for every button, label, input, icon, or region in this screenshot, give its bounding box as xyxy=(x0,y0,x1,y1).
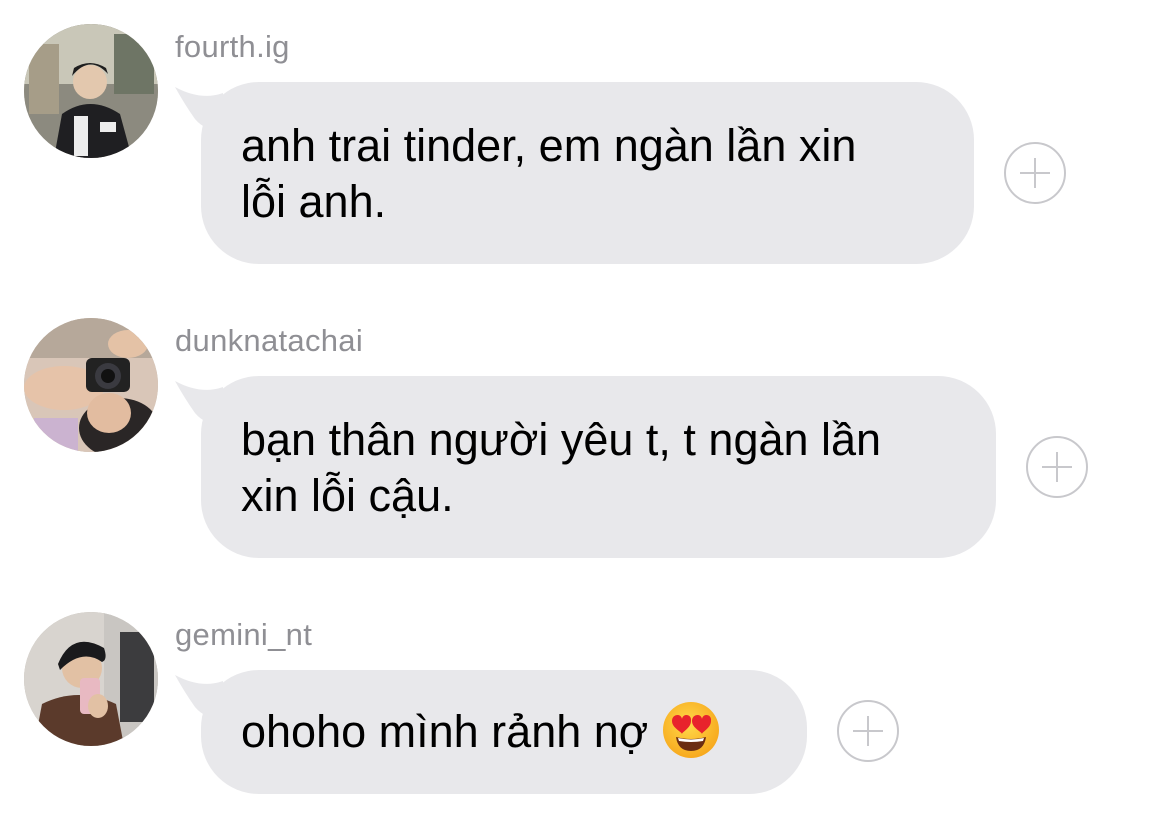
add-reaction-button[interactable] xyxy=(837,700,899,762)
comment-text-line: anh trai tinder, em ngàn lần xin xyxy=(241,120,857,171)
add-reaction-button[interactable] xyxy=(1004,142,1066,204)
comment-username[interactable]: gemini_nt xyxy=(175,615,312,655)
avatar[interactable] xyxy=(24,612,158,746)
avatar[interactable] xyxy=(24,24,158,158)
avatar-photo xyxy=(24,612,158,746)
comment-text-line: lỗi anh. xyxy=(241,176,387,227)
comment-bubble: ohoho mình rảnh nợ xyxy=(201,670,807,794)
comment-bubble: anh trai tinder, em ngàn lần xin lỗi anh… xyxy=(201,82,974,264)
comment-text-line: ohoho mình rảnh nợ xyxy=(241,702,767,760)
avatar-photo xyxy=(24,318,158,452)
heart-eyes-emoji-icon xyxy=(663,702,720,759)
avatar-photo xyxy=(24,24,158,158)
comment-bubble: bạn thân người yêu t, t ngàn lần xin lỗi… xyxy=(201,376,996,558)
comment-username[interactable]: dunknatachai xyxy=(175,321,363,361)
comment-text-line: bạn thân người yêu t, t ngàn lần xyxy=(241,414,882,465)
avatar[interactable] xyxy=(24,318,158,452)
comment-text-line: xin lỗi cậu. xyxy=(241,470,454,521)
comment-username[interactable]: fourth.ig xyxy=(175,27,290,67)
comment-text: ohoho mình rảnh nợ xyxy=(241,706,649,757)
add-reaction-button[interactable] xyxy=(1026,436,1088,498)
